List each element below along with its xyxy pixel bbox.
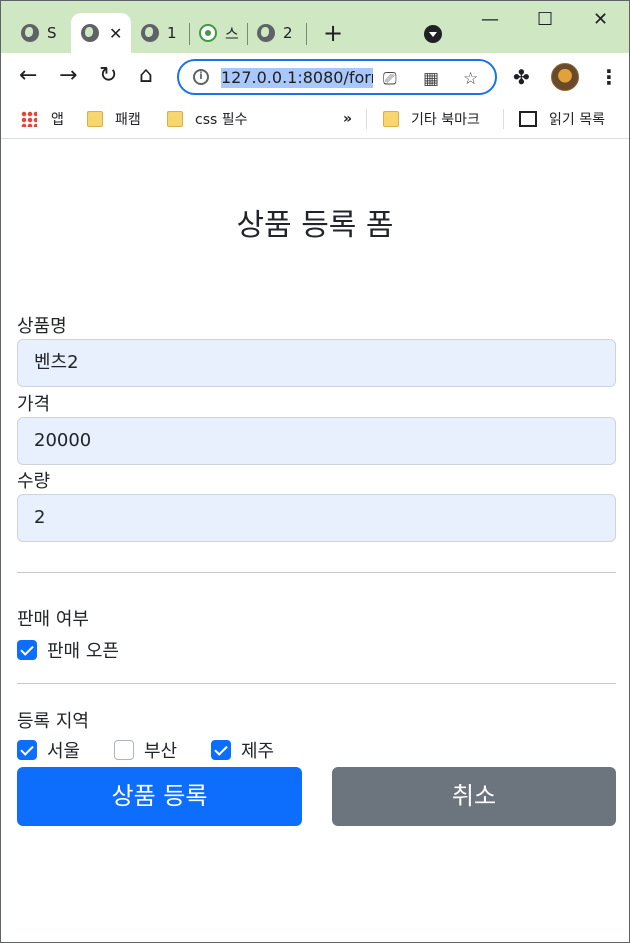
- quantity-label: 수량: [17, 471, 51, 492]
- cancel-button[interactable]: 취소: [332, 767, 616, 826]
- divider: [17, 572, 616, 573]
- bookmark-divider: [503, 109, 504, 129]
- quantity-input[interactable]: 2: [17, 494, 616, 542]
- region-option-seoul[interactable]: 서울: [17, 737, 80, 763]
- reading-list-button[interactable]: 읽기 목록: [519, 109, 605, 129]
- tab-strip: S ✕ 1 스 2 + — ☐ ✕: [1, 1, 629, 53]
- globe-icon: [81, 24, 99, 42]
- tab-label: S: [47, 24, 57, 42]
- bookmark-apps[interactable]: 앱: [21, 109, 64, 129]
- folder-icon: [167, 111, 183, 127]
- region-checkbox-busan[interactable]: [114, 740, 134, 760]
- tab-label: 1: [167, 24, 177, 42]
- app-icon: [199, 24, 217, 42]
- divider: [17, 683, 616, 684]
- bookmark-label: 패캠: [115, 112, 141, 128]
- page-title: 상품 등록 폼: [236, 208, 394, 243]
- maximize-button[interactable]: ☐: [537, 9, 553, 30]
- profile-avatar[interactable]: [551, 63, 579, 91]
- region-label-seoul: 서울: [47, 741, 81, 762]
- tab-search-icon[interactable]: [424, 25, 442, 43]
- submit-button[interactable]: 상품 등록: [17, 767, 302, 826]
- minimize-button[interactable]: —: [481, 9, 499, 30]
- tab-label: 2: [283, 24, 293, 42]
- bookmark-label: css 필수: [195, 112, 248, 128]
- tab-divider: [247, 23, 248, 45]
- menu-icon[interactable]: ⋮: [599, 65, 619, 89]
- region-option-jeju[interactable]: 제주: [211, 737, 274, 763]
- cast-icon[interactable]: ⎚: [383, 69, 397, 89]
- globe-icon: [257, 24, 275, 42]
- region-option-busan[interactable]: 부산: [114, 737, 177, 763]
- sale-open-checkbox[interactable]: [17, 640, 37, 660]
- tab-active[interactable]: ✕: [71, 13, 131, 53]
- bookmark-label: 기타 북마크: [411, 112, 480, 128]
- browser-toolbar: ← → ↻ ⌂ i 127.0.0.1:8080/form ⎚ ▦ ☆ ✤ ⋮: [1, 53, 629, 101]
- bookmark-star-icon[interactable]: ☆: [463, 69, 478, 89]
- bookmark-folder[interactable]: css 필수: [167, 109, 248, 129]
- globe-icon: [21, 24, 39, 42]
- site-info-icon[interactable]: i: [193, 69, 209, 85]
- price-input[interactable]: 20000: [17, 417, 616, 465]
- folder-icon: [87, 111, 103, 127]
- qr-code-icon[interactable]: ▦: [423, 69, 439, 89]
- region-heading: 등록 지역: [17, 711, 89, 732]
- bookmark-other[interactable]: 기타 북마크: [383, 109, 480, 129]
- close-tab-icon[interactable]: ✕: [109, 24, 122, 43]
- price-label: 가격: [17, 394, 51, 415]
- folder-icon: [383, 111, 399, 127]
- reading-list-icon: [519, 111, 537, 127]
- tab-3[interactable]: 1: [141, 13, 177, 53]
- tab-label: 스: [225, 24, 239, 43]
- window-close-button[interactable]: ✕: [593, 9, 608, 30]
- tab-divider: [306, 23, 307, 45]
- extensions-icon[interactable]: ✤: [513, 65, 530, 89]
- apps-grid-icon: [21, 111, 37, 127]
- bookmark-label: 앱: [51, 112, 64, 128]
- home-button[interactable]: ⌂: [139, 63, 153, 89]
- region-checkbox-seoul[interactable]: [17, 740, 37, 760]
- page-content: 상품 등록 폼 상품명 벤츠2 가격 20000 수량 2 판매 여부 판매 오…: [1, 140, 629, 942]
- region-label-jeju: 제주: [241, 741, 275, 762]
- tab-1[interactable]: S: [21, 13, 57, 53]
- tab-divider: [189, 23, 190, 45]
- bookmarks-overflow-button[interactable]: »: [343, 109, 352, 129]
- tab-5[interactable]: 2: [257, 13, 293, 53]
- bookmark-label: 읽기 목록: [549, 112, 605, 128]
- address-bar[interactable]: i 127.0.0.1:8080/form ⎚ ▦ ☆: [177, 59, 497, 95]
- item-name-label: 상품명: [17, 316, 67, 337]
- bookmark-folder[interactable]: 패캠: [87, 109, 141, 129]
- sale-heading: 판매 여부: [17, 609, 89, 630]
- item-name-input[interactable]: 벤츠2: [17, 339, 616, 387]
- sale-open-label: 판매 오픈: [47, 641, 119, 662]
- region-label-busan: 부산: [144, 741, 178, 762]
- new-tab-button[interactable]: +: [323, 21, 343, 45]
- bookmark-divider: [366, 109, 367, 129]
- sale-open-option[interactable]: 판매 오픈: [17, 637, 119, 663]
- reload-button[interactable]: ↻: [99, 63, 117, 89]
- url-text[interactable]: 127.0.0.1:8080/form: [221, 68, 373, 88]
- back-button[interactable]: ←: [19, 63, 37, 89]
- globe-icon: [141, 24, 159, 42]
- forward-button[interactable]: →: [59, 63, 77, 89]
- bookmarks-bar: 앱 패캠 css 필수 » 기타 북마크 읽기 목록: [1, 101, 629, 139]
- tab-4[interactable]: 스: [199, 13, 239, 53]
- region-checkbox-jeju[interactable]: [211, 740, 231, 760]
